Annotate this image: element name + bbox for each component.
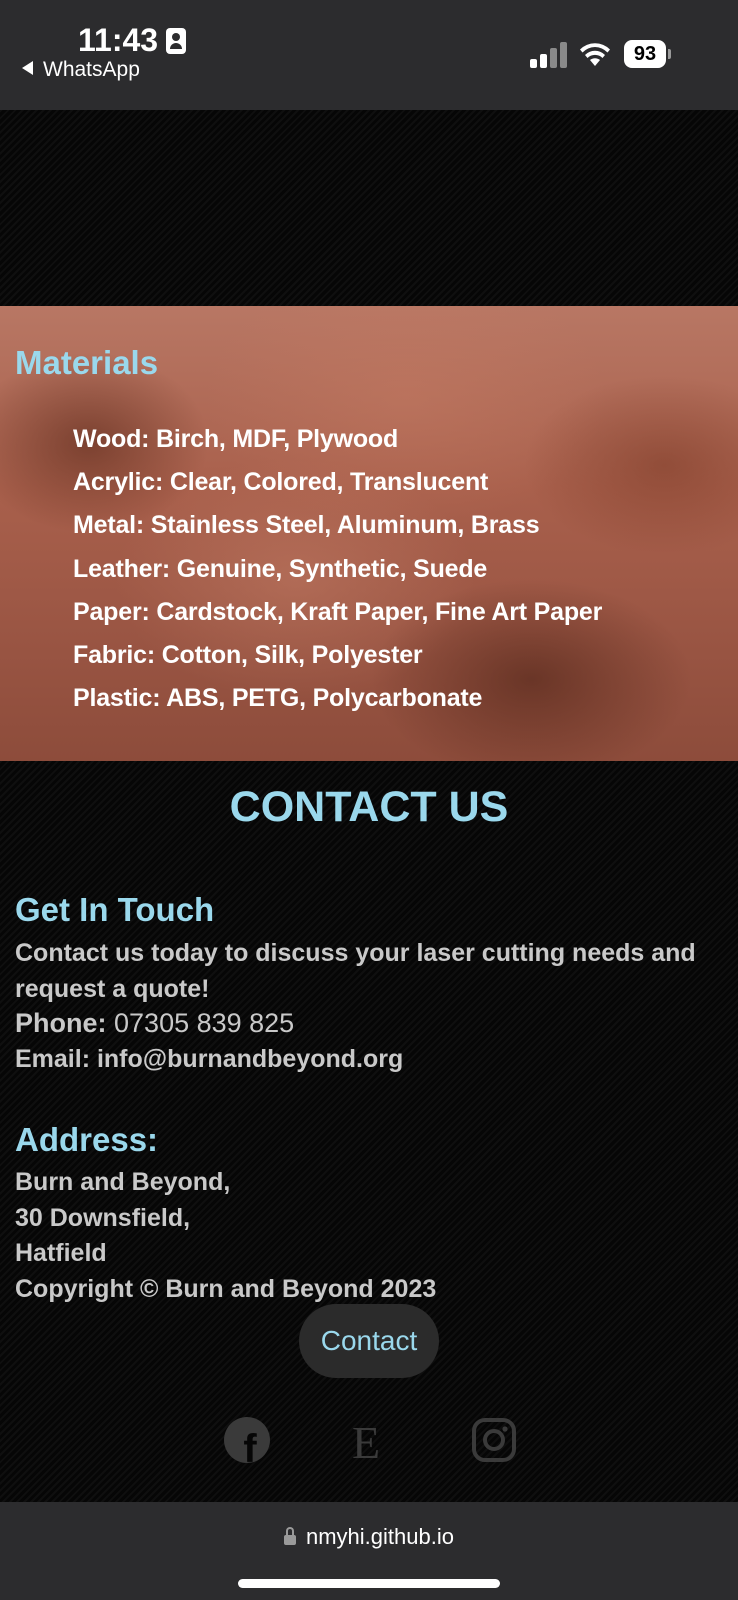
contact-section: CONTACT US Get In Touch Contact us today… bbox=[0, 761, 738, 1502]
battery-level: 93 bbox=[624, 40, 666, 68]
material-item: Fabric: Cotton, Silk, Polyester bbox=[73, 640, 423, 669]
back-arrow-icon bbox=[22, 61, 33, 76]
material-item: Wood: Birch, MDF, Plywood bbox=[73, 425, 399, 453]
battery-icon: 93 bbox=[624, 40, 671, 68]
address-block: Burn and Beyond, 30 Downsfield, Hatfield… bbox=[15, 1165, 436, 1307]
copyright-text: Copyright © Burn and Beyond 2023 bbox=[15, 1274, 437, 1303]
back-app-label: WhatsApp bbox=[43, 58, 140, 81]
etsy-icon[interactable]: E bbox=[348, 1416, 396, 1464]
contact-us-title: CONTACT US bbox=[229, 783, 509, 831]
cellular-signal-icon bbox=[530, 42, 568, 68]
phone-line: Phone: 07305 839 825 bbox=[15, 1008, 294, 1039]
phone-number[interactable]: 07305 839 825 bbox=[114, 1008, 294, 1038]
material-item: Leather: Genuine, Synthetic, Suede bbox=[73, 554, 488, 583]
contact-button[interactable]: Contact bbox=[299, 1304, 439, 1378]
material-item: Plastic: ABS, PETG, Polycarbonate bbox=[73, 684, 483, 713]
contact-intro-text: Contact us today to discuss your laser c… bbox=[15, 939, 696, 1003]
facebook-icon[interactable]: f bbox=[223, 1416, 271, 1464]
wifi-icon bbox=[580, 43, 610, 66]
get-in-touch-title: Get In Touch bbox=[15, 891, 215, 928]
status-time: 11:43 bbox=[78, 22, 159, 58]
phone-label: Phone: bbox=[15, 1008, 107, 1038]
instagram-icon[interactable] bbox=[470, 1416, 518, 1464]
material-item: Acrylic: Clear, Colored, Translucent bbox=[73, 468, 489, 497]
contact-badge-icon bbox=[166, 28, 186, 54]
address-line: Hatfield bbox=[15, 1239, 107, 1267]
status-bar: 11:43 WhatsApp 93 bbox=[0, 0, 738, 110]
address-line: Burn and Beyond, bbox=[15, 1168, 231, 1196]
etsy-letter: E bbox=[352, 1417, 380, 1464]
facebook-letter: f bbox=[243, 1427, 257, 1464]
address-line: 30 Downsfield, bbox=[15, 1203, 191, 1232]
browser-url-bar[interactable]: nmyhi.github.io bbox=[0, 1502, 738, 1600]
url-display[interactable]: nmyhi.github.io bbox=[0, 1524, 738, 1550]
material-item: Paper: Cardstock, Kraft Paper, Fine Art … bbox=[73, 597, 603, 626]
materials-section: Materials Wood: Birch, MDF, Plywood Acry… bbox=[0, 306, 738, 761]
materials-title: Materials bbox=[15, 344, 159, 381]
material-item: Metal: Stainless Steel, Aluminum, Brass bbox=[73, 511, 540, 540]
email-line[interactable]: Email: info@burnandbeyond.org bbox=[15, 1045, 403, 1074]
back-to-app-link[interactable]: WhatsApp bbox=[22, 58, 140, 82]
address-title: Address: bbox=[15, 1121, 159, 1158]
lock-icon bbox=[284, 1527, 296, 1545]
home-indicator[interactable] bbox=[238, 1579, 500, 1588]
url-text: nmyhi.github.io bbox=[306, 1524, 454, 1549]
hero-dark-section bbox=[0, 110, 738, 306]
materials-list: Wood: Birch, MDF, Plywood Acrylic: Clear… bbox=[73, 418, 602, 720]
